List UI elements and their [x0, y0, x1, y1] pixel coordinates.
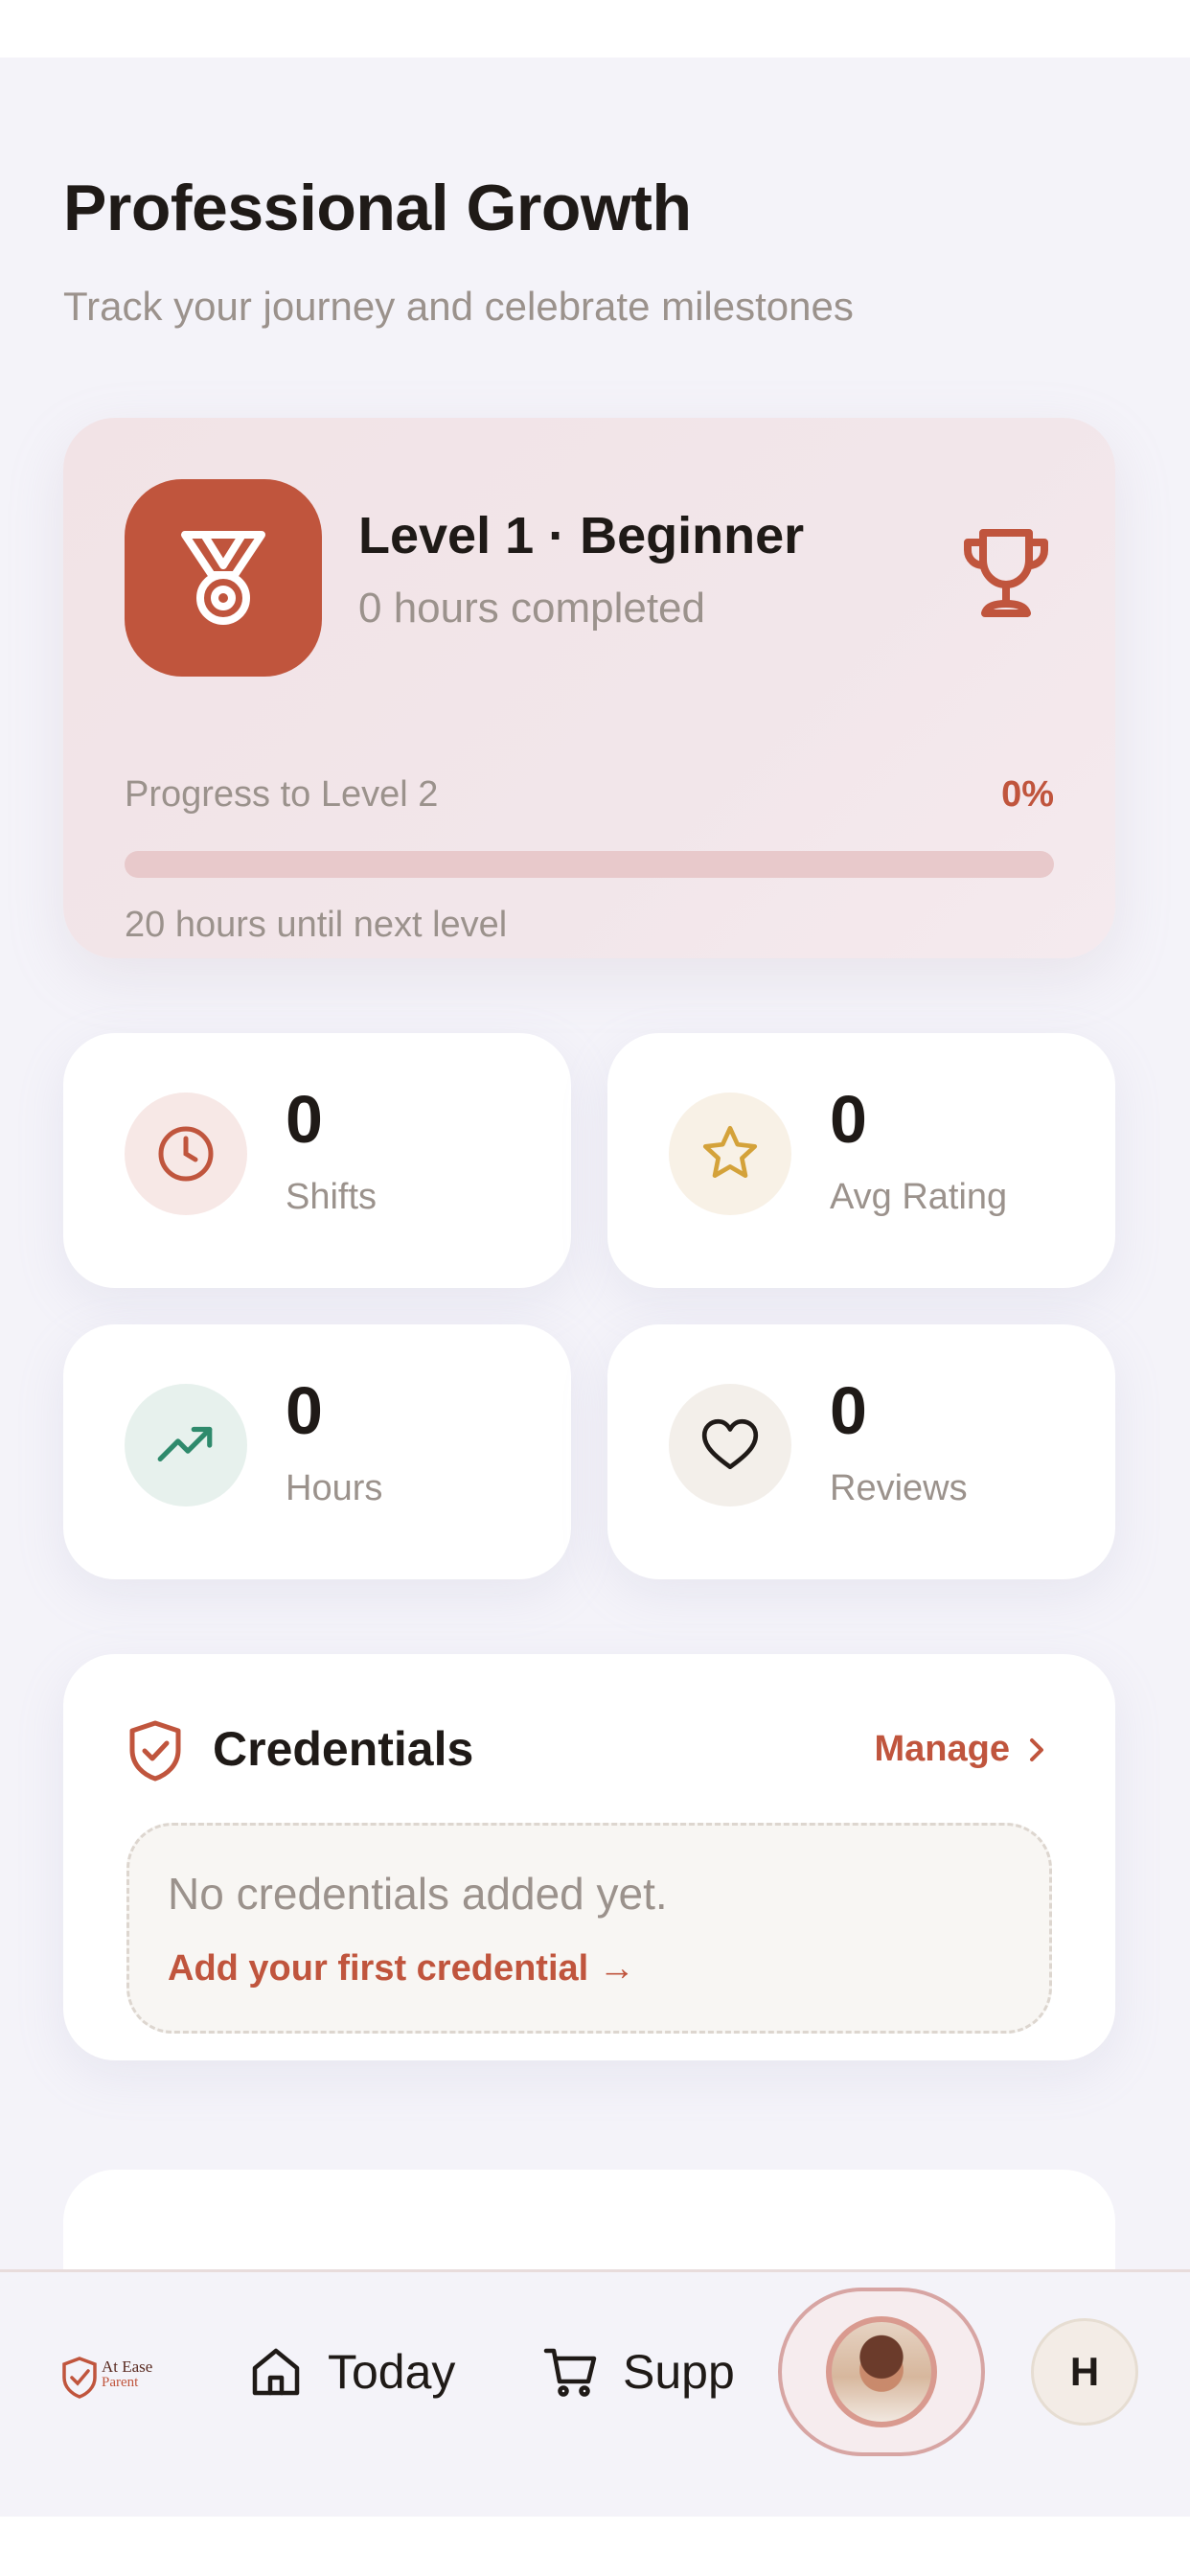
manage-credentials-button[interactable]: Manage	[875, 1729, 1046, 1770]
stat-icon-bg	[125, 1092, 247, 1215]
heart-icon	[701, 1418, 759, 1470]
app-screen: Professional Growth Track your journey a…	[0, 58, 1190, 2517]
page-title: Professional Growth	[63, 172, 692, 244]
progress-bar	[125, 851, 1054, 878]
medal-icon	[181, 531, 265, 625]
nav-supplies[interactable]: Supp	[542, 2343, 735, 2401]
stat-label-avg-rating: Avg Rating	[830, 1177, 1008, 1217]
level-badge	[125, 479, 322, 677]
nav-avatar-button[interactable]	[778, 2288, 985, 2456]
stat-card-reviews: 0 Reviews	[607, 1324, 1115, 1579]
trending-up-icon	[157, 1426, 213, 1462]
manage-label: Manage	[874, 1729, 1010, 1769]
stat-card-hours: 0 Hours	[63, 1324, 571, 1579]
page-subtitle: Track your journey and celebrate milesto…	[63, 284, 854, 329]
nav-today-label: Today	[328, 2345, 456, 2399]
shield-check-icon	[129, 1720, 181, 1782]
stat-label-hours: Hours	[286, 1468, 383, 1508]
empty-state-text: No credentials added yet.	[168, 1869, 668, 1919]
add-credential-link[interactable]: Add your first credential →	[168, 1948, 635, 1990]
progress-label: Progress to Level 2	[125, 774, 439, 815]
app-logo[interactable]: At Ease Parent	[61, 2355, 161, 2403]
level-card: Level 1 · Beginner 0 hours completed Pro…	[63, 418, 1115, 958]
stat-icon-bg	[125, 1384, 247, 1506]
chevron-right-icon	[1030, 1737, 1043, 1761]
stat-card-avg-rating: 0 Avg Rating	[607, 1033, 1115, 1288]
logo-shield-icon	[62, 2357, 97, 2399]
progress-percent: 0%	[1001, 774, 1054, 815]
logo-text: At Ease	[102, 2358, 153, 2376]
credentials-title: Credentials	[213, 1722, 474, 1776]
stat-value-avg-rating: 0	[830, 1082, 867, 1157]
credentials-card: Credentials Manage No credentials added …	[63, 1654, 1115, 2060]
trophy-icon	[964, 529, 1048, 617]
stat-value-shifts: 0	[286, 1082, 323, 1157]
stat-label-reviews: Reviews	[830, 1468, 968, 1508]
stat-icon-bg	[669, 1092, 791, 1215]
cart-icon	[543, 2348, 597, 2397]
stat-label-shifts: Shifts	[286, 1177, 378, 1217]
credentials-empty-state: No credentials added yet. Add your first…	[126, 1823, 1052, 2034]
home-icon	[252, 2348, 300, 2396]
nav-today[interactable]: Today	[247, 2343, 455, 2401]
bottom-nav: At Ease Parent Today Supp H	[0, 2269, 1190, 2517]
level-title: Level 1 · Beginner	[358, 507, 805, 564]
star-icon	[702, 1125, 758, 1179]
stat-value-reviews: 0	[830, 1373, 867, 1448]
clock-icon	[158, 1126, 214, 1182]
stat-value-hours: 0	[286, 1373, 323, 1448]
logo-subtext: Parent	[102, 2375, 139, 2390]
stat-icon-bg	[669, 1384, 791, 1506]
avatar	[826, 2316, 937, 2427]
nav-supplies-label: Supp	[623, 2345, 735, 2399]
profile-initial-button[interactable]: H	[1031, 2318, 1138, 2426]
next-level-note: 20 hours until next level	[125, 905, 508, 945]
stat-card-shifts: 0 Shifts	[63, 1033, 571, 1288]
level-hours-completed: 0 hours completed	[358, 585, 705, 632]
